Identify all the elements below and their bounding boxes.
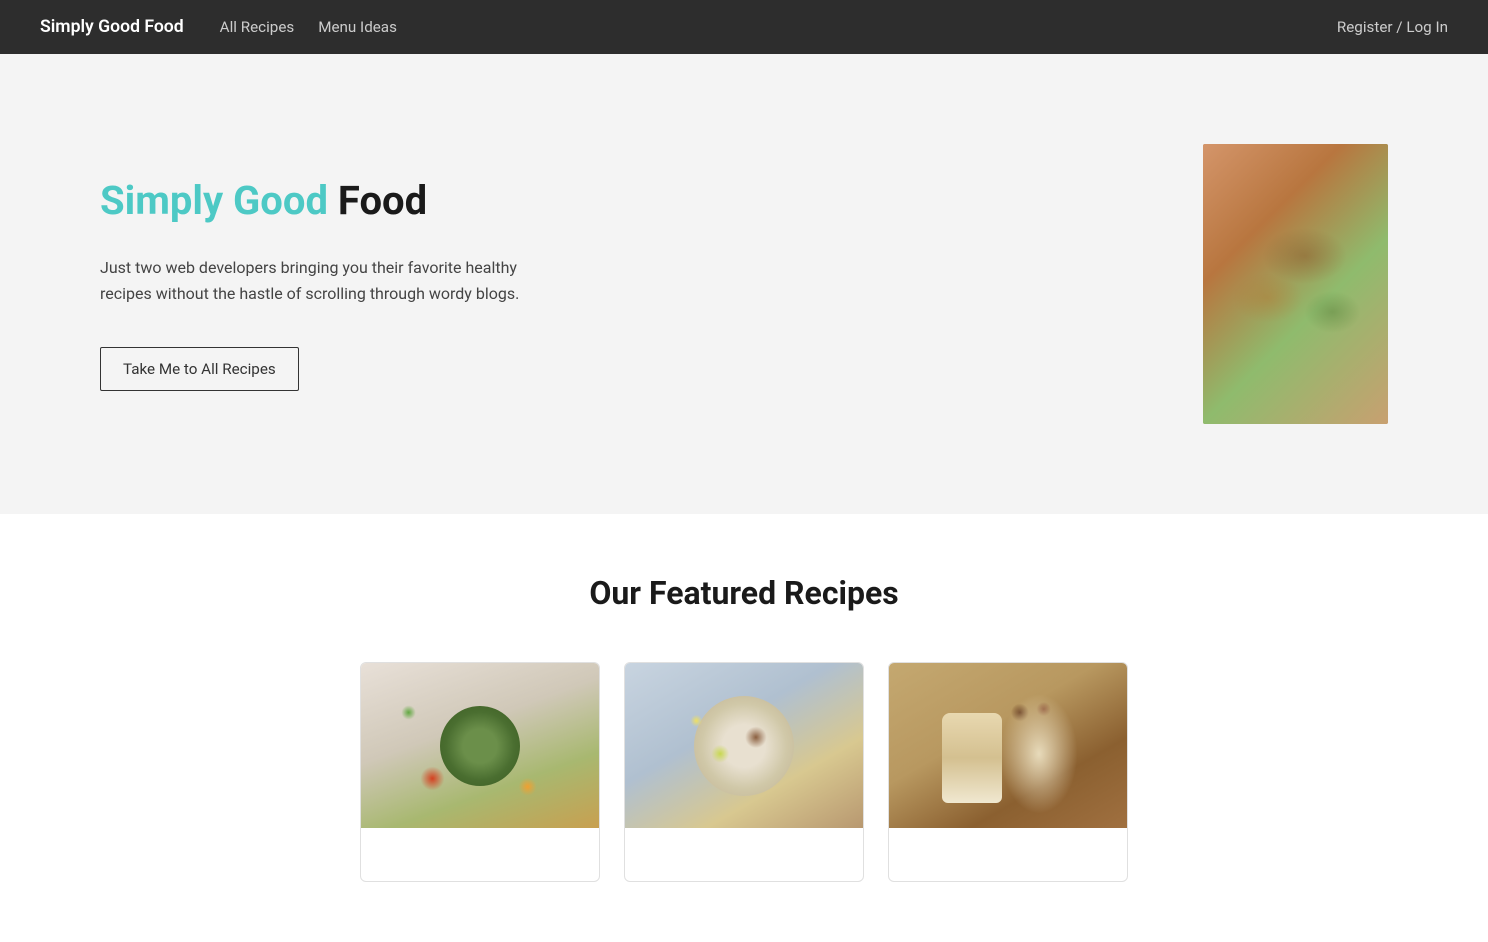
recipe-card-1[interactable]: [360, 662, 600, 882]
nav-links: All Recipes Menu Ideas: [220, 18, 397, 36]
recipe-card-3[interactable]: [888, 662, 1128, 882]
nav-left: Simply Good Food All Recipes Menu Ideas: [40, 17, 397, 37]
hero-image-overlay: [1203, 144, 1388, 424]
nav-auth[interactable]: Register / Log In: [1337, 18, 1448, 36]
nav-link-menu-ideas[interactable]: Menu Ideas: [318, 18, 397, 36]
featured-section: Our Featured Recipes: [0, 514, 1488, 942]
hero-description: Just two web developers bringing you the…: [100, 255, 540, 306]
hero-content: Simply Good Food Just two web developers…: [100, 177, 540, 390]
hero-title-dark: Food: [328, 177, 427, 224]
featured-title: Our Featured Recipes: [40, 574, 1448, 612]
navbar: Simply Good Food All Recipes Menu Ideas …: [0, 0, 1488, 54]
hero-image: [1203, 144, 1388, 424]
nav-brand[interactable]: Simply Good Food: [40, 17, 184, 37]
cta-button[interactable]: Take Me to All Recipes: [100, 347, 299, 391]
recipe-card-2[interactable]: [624, 662, 864, 882]
hero-section: Simply Good Food Just two web developers…: [0, 54, 1488, 514]
nav-link-all-recipes[interactable]: All Recipes: [220, 18, 295, 36]
recipe-card-3-image: [889, 663, 1127, 828]
cards-container: [144, 662, 1344, 882]
recipe-card-1-image: [361, 663, 599, 828]
hero-image-container: [1203, 144, 1388, 424]
hero-title-colored: Simply Good: [100, 177, 328, 224]
hero-title: Simply Good Food: [100, 177, 540, 225]
hero-image-bg: [1203, 144, 1388, 424]
recipe-card-2-image: [625, 663, 863, 828]
